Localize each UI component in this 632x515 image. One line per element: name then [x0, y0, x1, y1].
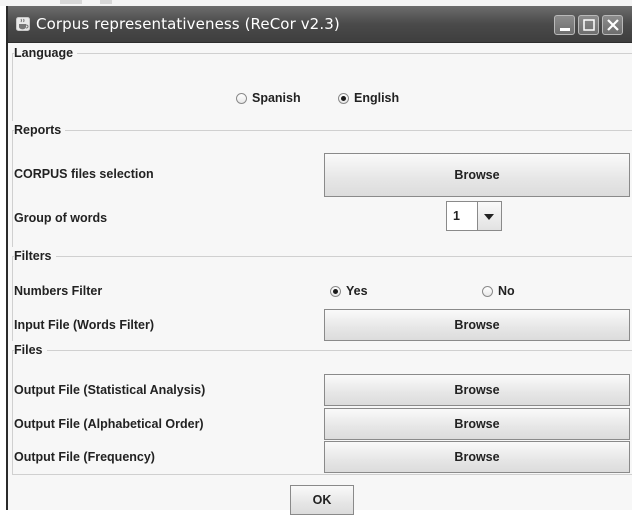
- files-group-bottom-border: [12, 474, 632, 475]
- java-cup-icon: [16, 17, 30, 31]
- radio-yes-label: Yes: [346, 284, 368, 298]
- reports-group-border: [12, 130, 632, 131]
- output-frequency-browse-button[interactable]: Browse: [324, 441, 630, 473]
- output-alphabetical-browse-button[interactable]: Browse: [324, 408, 630, 440]
- numbers-filter-label: Numbers Filter: [14, 284, 103, 298]
- group-border-left: [12, 53, 13, 121]
- output-alphabetical-label: Output File (Alphabetical Order): [14, 417, 204, 431]
- minimize-button[interactable]: [554, 15, 575, 35]
- dialog-content: Language Spanish English Reports CORPUS …: [8, 43, 632, 515]
- filters-heading: Filters: [14, 248, 56, 264]
- group-border-left: [12, 256, 13, 341]
- radio-no-indicator: [482, 285, 493, 297]
- output-statistical-browse-button[interactable]: Browse: [324, 374, 630, 406]
- filters-group-border: [12, 256, 632, 257]
- corpus-files-label: CORPUS files selection: [14, 167, 154, 181]
- output-statistical-label: Output File (Statistical Analysis): [14, 383, 206, 397]
- files-heading-text: Files: [14, 343, 47, 357]
- close-button[interactable]: [602, 15, 623, 35]
- chevron-down-icon[interactable]: [477, 202, 501, 230]
- recor-dialog-window: Corpus representativeness (ReCor v2.3) L…: [6, 6, 632, 515]
- input-file-browse-button[interactable]: Browse: [324, 309, 630, 341]
- title-bar[interactable]: Corpus representativeness (ReCor v2.3): [8, 6, 632, 43]
- group-border-left: [12, 350, 13, 474]
- output-frequency-label: Output File (Frequency): [14, 450, 155, 464]
- corpus-browse-button[interactable]: Browse: [324, 153, 630, 197]
- radio-english[interactable]: English: [338, 91, 399, 105]
- ok-button[interactable]: OK: [290, 485, 354, 515]
- close-icon: [607, 19, 619, 31]
- radio-spanish-label: Spanish: [252, 91, 301, 105]
- radio-numbers-yes[interactable]: Yes: [330, 284, 368, 298]
- radio-spanish-indicator: [236, 92, 247, 104]
- language-heading: Language: [14, 45, 78, 61]
- files-group-border: [12, 350, 632, 351]
- reports-heading: Reports: [14, 122, 66, 138]
- group-of-words-value: 1: [453, 209, 460, 223]
- radio-english-label: English: [354, 91, 400, 105]
- input-file-label: Input File (Words Filter): [14, 318, 155, 332]
- reports-heading-text: Reports: [14, 123, 66, 137]
- background-tab-stub: [100, 0, 112, 4]
- maximize-button[interactable]: [578, 15, 599, 35]
- window-title: Corpus representativeness (ReCor v2.3): [36, 15, 340, 33]
- group-border-left: [12, 130, 13, 247]
- radio-spanish[interactable]: Spanish: [236, 91, 301, 105]
- maximize-icon: [583, 19, 595, 31]
- radio-numbers-no[interactable]: No: [482, 284, 515, 298]
- background-tab-stub: [60, 0, 82, 4]
- filters-heading-text: Filters: [14, 249, 56, 263]
- group-of-words-select[interactable]: 1: [446, 201, 502, 231]
- files-heading: Files: [14, 342, 47, 358]
- language-group-border: [12, 53, 632, 54]
- minimize-icon: [560, 28, 570, 31]
- radio-english-indicator: [338, 92, 349, 104]
- group-of-words-label: Group of words: [14, 211, 108, 225]
- radio-no-label: No: [498, 284, 515, 298]
- language-heading-text: Language: [14, 46, 78, 60]
- radio-yes-indicator: [330, 285, 341, 297]
